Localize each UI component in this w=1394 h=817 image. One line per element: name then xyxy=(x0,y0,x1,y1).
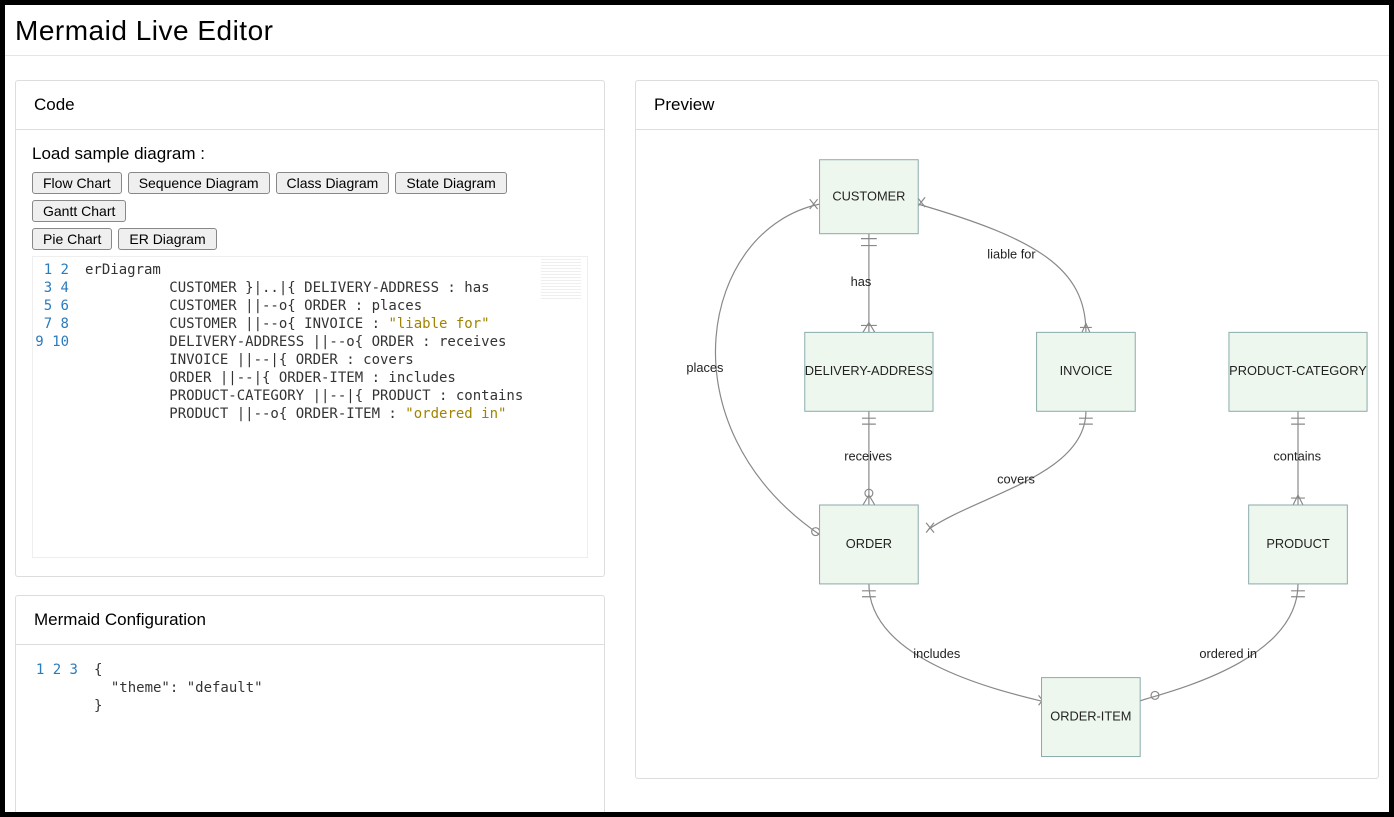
flow-chart-button[interactable]: Flow Chart xyxy=(32,172,122,194)
preview-panel: Preview xyxy=(635,80,1379,779)
rel-has: has xyxy=(851,274,872,289)
er-diagram-preview: CUSTOMER DELIVERY-ADDRESS INVOICE P xyxy=(642,140,1372,771)
svg-text:INVOICE: INVOICE xyxy=(1060,363,1113,378)
entity-invoice: INVOICE xyxy=(1037,332,1136,411)
code-panel: Code Load sample diagram : Flow Chart Se… xyxy=(15,80,605,577)
svg-text:PRODUCT: PRODUCT xyxy=(1266,536,1330,551)
code-editor[interactable]: 1 2 3 4 5 6 7 8 9 10 erDiagram CUSTOMER … xyxy=(32,256,588,558)
rel-ordered-in: ordered in xyxy=(1199,646,1257,661)
er-diagram-button[interactable]: ER Diagram xyxy=(118,228,216,250)
svg-text:DELIVERY-ADDRESS: DELIVERY-ADDRESS xyxy=(805,363,933,378)
rel-includes: includes xyxy=(913,646,960,661)
svg-text:ORDER-ITEM: ORDER-ITEM xyxy=(1050,708,1131,723)
load-sample-label: Load sample diagram : xyxy=(32,144,588,164)
rel-covers: covers xyxy=(997,471,1035,486)
entity-order-item: ORDER-ITEM xyxy=(1042,678,1141,757)
entity-delivery-address: DELIVERY-ADDRESS xyxy=(805,332,933,411)
rel-liable-for: liable for xyxy=(987,246,1036,261)
config-gutter: 1 2 3 xyxy=(32,657,86,797)
svg-text:ORDER: ORDER xyxy=(846,536,892,551)
gantt-chart-button[interactable]: Gantt Chart xyxy=(32,200,126,222)
svg-text:PRODUCT-CATEGORY: PRODUCT-CATEGORY xyxy=(1229,363,1367,378)
entity-customer: CUSTOMER xyxy=(820,160,919,234)
state-diagram-button[interactable]: State Diagram xyxy=(395,172,506,194)
code-panel-title: Code xyxy=(16,81,604,130)
code-gutter: 1 2 3 4 5 6 7 8 9 10 xyxy=(33,257,77,557)
editor-minimap[interactable] xyxy=(541,259,581,299)
preview-panel-title: Preview xyxy=(636,81,1378,130)
pie-chart-button[interactable]: Pie Chart xyxy=(32,228,112,250)
config-panel-title: Mermaid Configuration xyxy=(16,596,604,645)
rel-contains: contains xyxy=(1273,449,1321,464)
config-editor[interactable]: 1 2 3 { "theme": "default" } xyxy=(32,657,588,797)
svg-text:CUSTOMER: CUSTOMER xyxy=(832,189,905,204)
sequence-diagram-button[interactable]: Sequence Diagram xyxy=(128,172,270,194)
divider xyxy=(5,55,1389,56)
code-content[interactable]: erDiagram CUSTOMER }|..|{ DELIVERY-ADDRE… xyxy=(77,257,587,557)
entity-product-category: PRODUCT-CATEGORY xyxy=(1229,332,1367,411)
config-content[interactable]: { "theme": "default" } xyxy=(86,657,588,797)
entity-order: ORDER xyxy=(820,505,919,584)
rel-receives: receives xyxy=(844,449,892,464)
class-diagram-button[interactable]: Class Diagram xyxy=(276,172,390,194)
config-panel: Mermaid Configuration 1 2 3 { "theme": "… xyxy=(15,595,605,817)
entity-product: PRODUCT xyxy=(1249,505,1348,584)
rel-places: places xyxy=(686,360,723,375)
page-title: Mermaid Live Editor xyxy=(15,15,1389,47)
